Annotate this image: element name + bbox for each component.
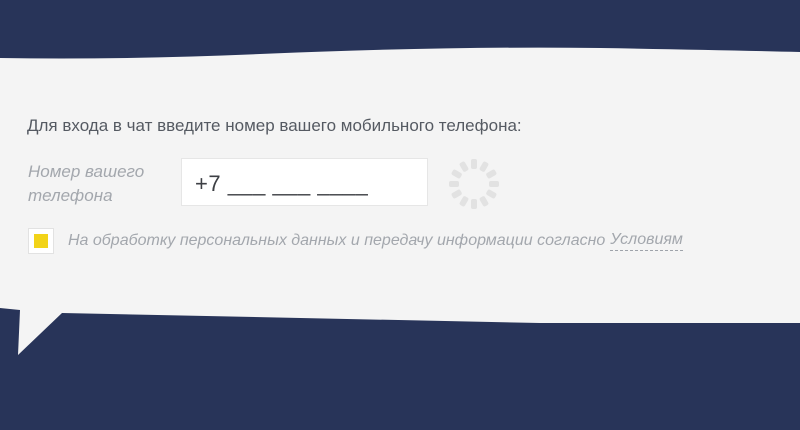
consent-row: На обработку персональных данных и перед… <box>28 228 683 254</box>
chat-bubble <box>0 47 800 355</box>
terms-link[interactable]: Условиям <box>610 231 683 251</box>
consent-text: На обработку персональных данных и перед… <box>68 232 606 249</box>
chat-login-prompt: Для входа в чат введите номер вашего моб… <box>27 116 522 135</box>
checkbox-checked-icon <box>34 234 48 248</box>
loading-spinner-icon <box>449 159 499 209</box>
phone-field-label: Номер вашего телефона <box>28 162 145 205</box>
phone-input[interactable]: +7 ___ ___ ____ <box>181 158 428 206</box>
consent-checkbox[interactable] <box>28 228 54 254</box>
